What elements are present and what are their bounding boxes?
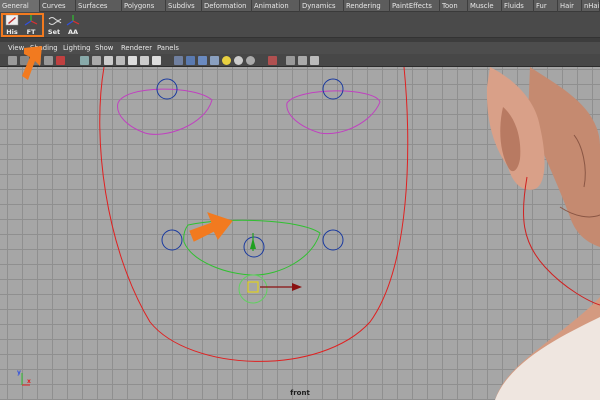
mouth-right-control[interactable] bbox=[322, 229, 344, 251]
gate-mask-icon[interactable] bbox=[116, 56, 125, 65]
shelf-tab-hair[interactable]: Hair bbox=[558, 0, 582, 12]
annotation-arrow-shelf bbox=[22, 46, 42, 80]
axis-label-y: y bbox=[17, 369, 21, 376]
high-quality-icon[interactable] bbox=[246, 56, 255, 65]
shelf-tab-nhair[interactable]: nHair bbox=[582, 0, 600, 12]
shelf-tab-dynamics[interactable]: Dynamics bbox=[300, 0, 344, 12]
shelf-tab-curves[interactable]: Curves bbox=[40, 0, 76, 12]
shelf-tab-painteffects[interactable]: PaintEffects bbox=[390, 0, 440, 12]
isolate-select-icon[interactable] bbox=[286, 56, 295, 65]
wireframe-icon[interactable] bbox=[174, 56, 183, 65]
menu-renderer[interactable]: Renderer bbox=[121, 42, 152, 54]
shelf-tab-muscle[interactable]: Muscle bbox=[468, 0, 502, 12]
shelf-tab-fluids[interactable]: Fluids bbox=[502, 0, 534, 12]
viewport-front[interactable]: front y x bbox=[0, 67, 600, 400]
shelf-tab-animation[interactable]: Animation bbox=[252, 0, 300, 12]
shadows-icon[interactable] bbox=[234, 56, 243, 65]
film-gate-icon[interactable] bbox=[92, 56, 101, 65]
viewport-scene bbox=[21, 67, 600, 400]
left-eye-curve[interactable] bbox=[117, 88, 213, 135]
history-label: His bbox=[6, 28, 18, 36]
menu-panels[interactable]: Panels bbox=[157, 42, 179, 54]
aim-constraint-button[interactable]: AA bbox=[63, 14, 83, 36]
safe-action-icon[interactable] bbox=[140, 56, 149, 65]
manipulator-x-arrow[interactable] bbox=[292, 283, 302, 291]
manipulator-y-arrow[interactable] bbox=[250, 238, 256, 249]
freeze-transform-button[interactable]: FT bbox=[21, 14, 41, 36]
annotation-arrow-manipulator bbox=[189, 212, 233, 242]
shelf-tab-deformation[interactable]: Deformation bbox=[202, 0, 252, 12]
menu-show[interactable]: Show bbox=[95, 42, 113, 54]
xray-icon[interactable] bbox=[268, 56, 277, 65]
field-chart-icon[interactable] bbox=[128, 56, 137, 65]
resolution-gate-icon[interactable] bbox=[104, 56, 113, 65]
menu-lighting[interactable]: Lighting bbox=[63, 42, 90, 54]
smooth-shade-icon[interactable] bbox=[186, 56, 195, 65]
backface-culling-icon[interactable] bbox=[310, 56, 319, 65]
history-button[interactable]: His bbox=[2, 14, 22, 36]
panel-toolbar bbox=[0, 54, 600, 67]
aim-constraint-icon bbox=[66, 15, 80, 26]
panel-menu-bar: View Shading Lighting Show Renderer Pane… bbox=[0, 42, 600, 54]
shelf-tab-toon[interactable]: Toon bbox=[440, 0, 468, 12]
xray-joints-icon[interactable] bbox=[298, 56, 307, 65]
jaw-control[interactable] bbox=[238, 274, 268, 304]
right-eye-curve[interactable] bbox=[286, 90, 381, 135]
set-key-button[interactable]: Set bbox=[44, 14, 64, 36]
freeze-transform-label: FT bbox=[26, 28, 36, 36]
safe-title-icon[interactable] bbox=[152, 56, 161, 65]
freeze-transform-icon bbox=[24, 15, 38, 26]
select-camera-icon[interactable] bbox=[8, 56, 17, 65]
shelf-tab-polygons[interactable]: Polygons bbox=[122, 0, 166, 12]
shelf-tab-subdivs[interactable]: Subdivs bbox=[166, 0, 202, 12]
mouth-left-control[interactable] bbox=[161, 229, 183, 251]
head-outline-curve[interactable] bbox=[99, 67, 409, 362]
shelf-tab-general[interactable]: General bbox=[0, 0, 40, 12]
two-d-pan-zoom-icon[interactable] bbox=[56, 56, 65, 65]
head-model[interactable] bbox=[486, 67, 600, 400]
shelf-tab-fur[interactable]: Fur bbox=[534, 0, 558, 12]
manipulator-center-handle[interactable] bbox=[247, 281, 259, 293]
set-key-label: Set bbox=[47, 28, 61, 36]
history-icon bbox=[5, 14, 19, 26]
shelf-tabs: General Curves Surfaces Polygons Subdivs… bbox=[0, 0, 600, 12]
aim-constraint-label: AA bbox=[67, 28, 79, 36]
set-key-icon bbox=[48, 17, 62, 25]
shelf-tab-surfaces[interactable]: Surfaces bbox=[76, 0, 122, 12]
grid-icon[interactable] bbox=[80, 56, 89, 65]
camera-label: front bbox=[290, 389, 310, 397]
wireframe-on-shaded-icon[interactable] bbox=[198, 56, 207, 65]
shelf: His FT Set AA bbox=[0, 12, 600, 38]
textured-icon[interactable] bbox=[210, 56, 219, 65]
brow-right-control[interactable] bbox=[322, 78, 344, 100]
shelf-tab-rendering[interactable]: Rendering bbox=[344, 0, 390, 12]
use-all-lights-icon[interactable] bbox=[222, 56, 231, 65]
axis-label-x: x bbox=[27, 378, 31, 385]
